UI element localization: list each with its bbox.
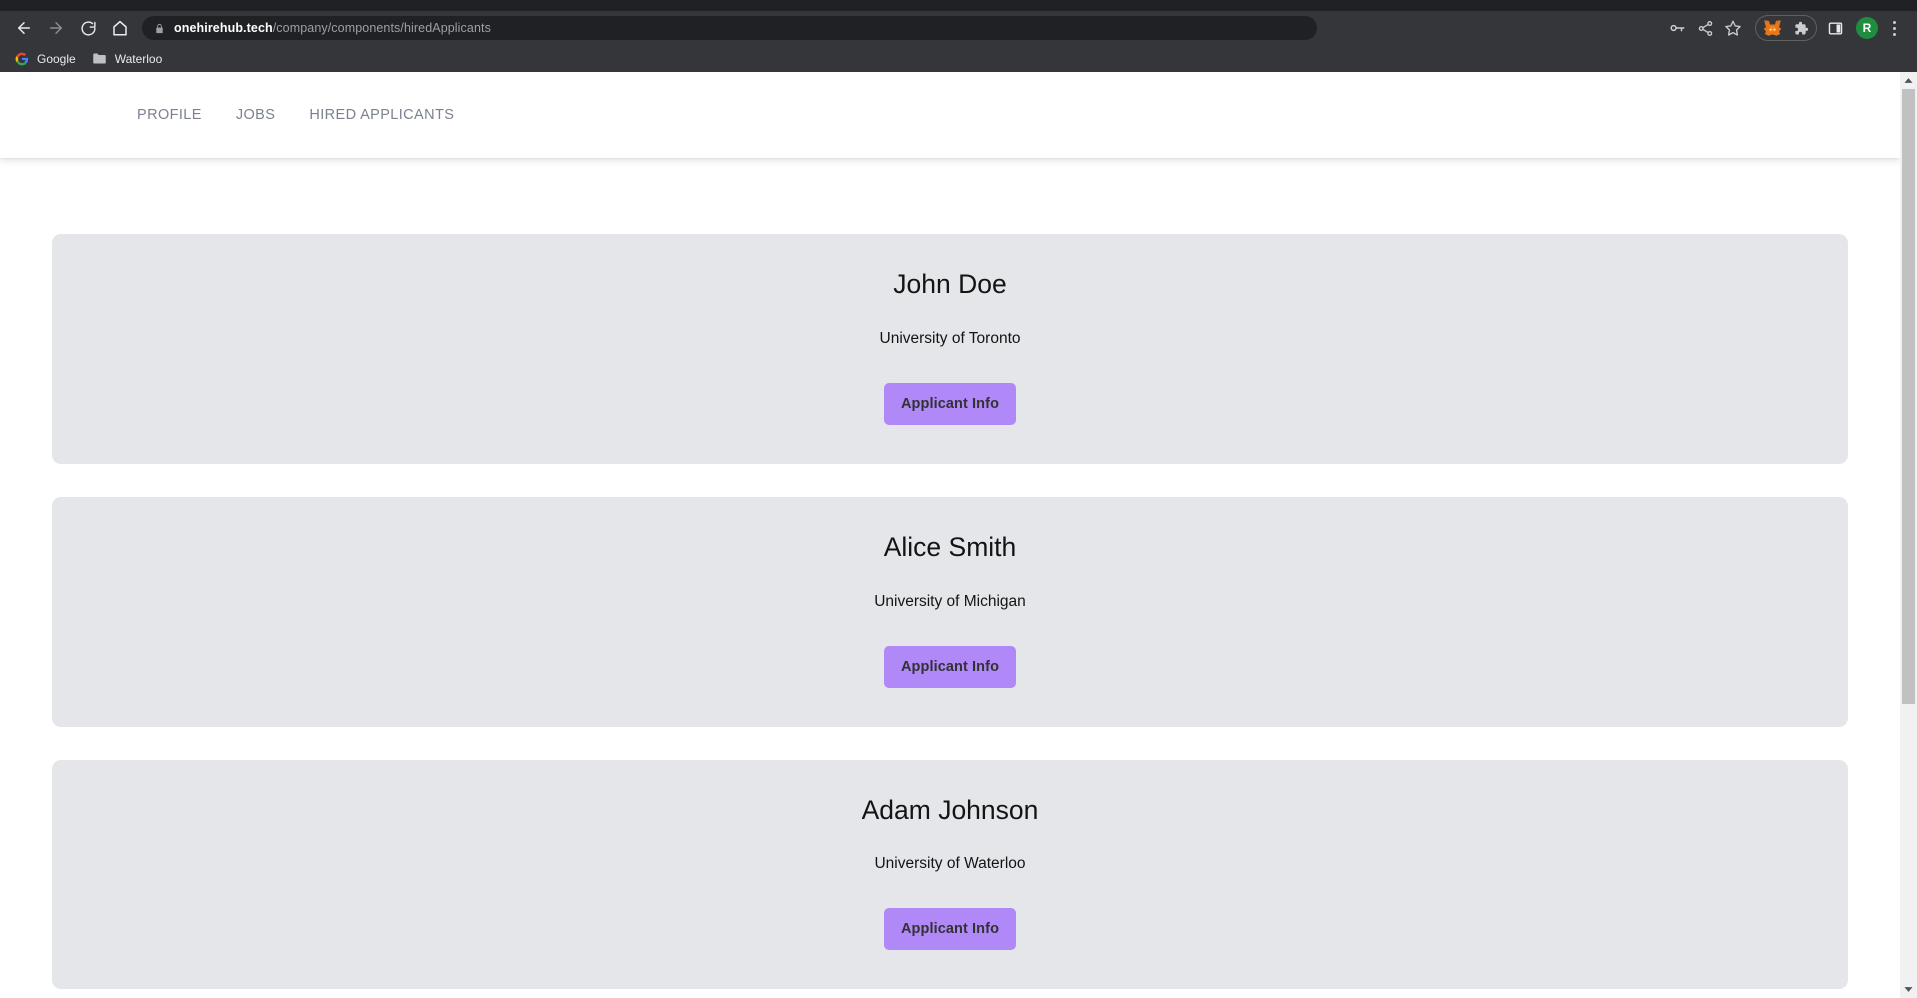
applicant-school: University of Waterloo xyxy=(874,855,1026,873)
url-text: onehirehub.tech/company/components/hired… xyxy=(174,21,491,35)
reload-icon xyxy=(80,20,96,36)
site-navbar: PROFILE JOBS HIRED APPLICANTS xyxy=(0,72,1900,158)
toolbar-actions: R xyxy=(1663,14,1909,42)
scrollbar-track[interactable] xyxy=(1900,89,1917,981)
applicant-info-button[interactable]: Applicant Info xyxy=(883,908,1017,951)
scrollbar-thumb[interactable] xyxy=(1902,89,1915,704)
reload-button[interactable] xyxy=(72,12,104,44)
caret-up-icon xyxy=(1904,78,1913,83)
nav-item-jobs[interactable]: JOBS xyxy=(236,107,275,123)
google-g-icon xyxy=(14,51,30,67)
nav-item-hired-applicants[interactable]: HIRED APPLICANTS xyxy=(309,107,454,123)
applicant-card: Adam Johnson University of Waterloo Appl… xyxy=(52,759,1848,990)
metamask-fox-icon xyxy=(1763,20,1781,36)
forward-button[interactable] xyxy=(40,12,72,44)
tab-strip xyxy=(0,0,1917,11)
applicant-card: John Doe University of Toronto Applicant… xyxy=(52,234,1848,464)
page-scrollbar[interactable] xyxy=(1900,72,1917,998)
scroll-up-button[interactable] xyxy=(1900,72,1917,89)
folder-icon xyxy=(92,51,108,67)
bookmark-label: Google xyxy=(37,51,76,66)
page-content: PROFILE JOBS HIRED APPLICANTS John Doe U… xyxy=(0,72,1900,998)
page-viewport: PROFILE JOBS HIRED APPLICANTS John Doe U… xyxy=(0,72,1917,998)
bookmark-star-button[interactable] xyxy=(1719,14,1747,42)
share-icon xyxy=(1698,20,1712,36)
applicant-school: University of Michigan xyxy=(874,592,1026,610)
bookmarks-bar: Google Waterloo xyxy=(0,45,1917,72)
applicant-info-button[interactable]: Applicant Info xyxy=(883,382,1017,425)
arrow-left-icon xyxy=(18,22,30,34)
url-host: onehirehub.tech xyxy=(174,21,273,35)
scroll-down-button[interactable] xyxy=(1900,981,1917,998)
extensions-group xyxy=(1755,15,1817,41)
browser-window: onehirehub.tech/company/components/hired… xyxy=(0,0,1917,998)
arrow-right-icon xyxy=(50,22,62,34)
applicant-card: Alice Smith University of Michigan Appli… xyxy=(52,496,1848,727)
caret-down-icon xyxy=(1904,987,1913,992)
browser-toolbar: onehirehub.tech/company/components/hired… xyxy=(0,11,1917,45)
share-button[interactable] xyxy=(1691,14,1719,42)
extensions-puzzle-icon xyxy=(1794,21,1808,34)
profile-avatar[interactable]: R xyxy=(1856,17,1878,39)
applicant-name: John Doe xyxy=(893,269,1007,299)
back-button[interactable] xyxy=(8,12,40,44)
side-panel-icon xyxy=(1828,21,1842,35)
bookmark-star-icon xyxy=(1725,20,1741,36)
address-bar[interactable]: onehirehub.tech/company/components/hired… xyxy=(142,16,1317,40)
applicants-list: John Doe University of Toronto Applicant… xyxy=(0,158,1900,990)
browser-menu-button[interactable] xyxy=(1885,16,1903,40)
home-button[interactable] xyxy=(104,12,136,44)
extensions-button[interactable] xyxy=(1786,14,1814,42)
bookmark-label: Waterloo xyxy=(114,51,163,66)
metamask-extension-button[interactable] xyxy=(1758,14,1786,42)
nav-item-profile[interactable]: PROFILE xyxy=(137,107,202,123)
url-path: /company/components/hiredApplicants xyxy=(272,21,491,35)
lock-icon xyxy=(154,22,165,35)
applicant-name: Adam Johnson xyxy=(861,794,1039,825)
password-key-icon xyxy=(1670,24,1685,32)
three-dots-menu-icon xyxy=(1892,20,1896,24)
bookmark-waterloo-folder[interactable]: Waterloo xyxy=(88,48,171,70)
applicant-school: University of Toronto xyxy=(879,329,1021,347)
home-icon xyxy=(113,20,127,36)
applicant-info-button[interactable]: Applicant Info xyxy=(883,645,1017,688)
bookmark-google[interactable]: Google xyxy=(10,48,84,70)
applicant-name: Alice Smith xyxy=(883,531,1017,562)
side-panel-button[interactable] xyxy=(1821,14,1849,42)
password-key-button[interactable] xyxy=(1663,14,1691,42)
